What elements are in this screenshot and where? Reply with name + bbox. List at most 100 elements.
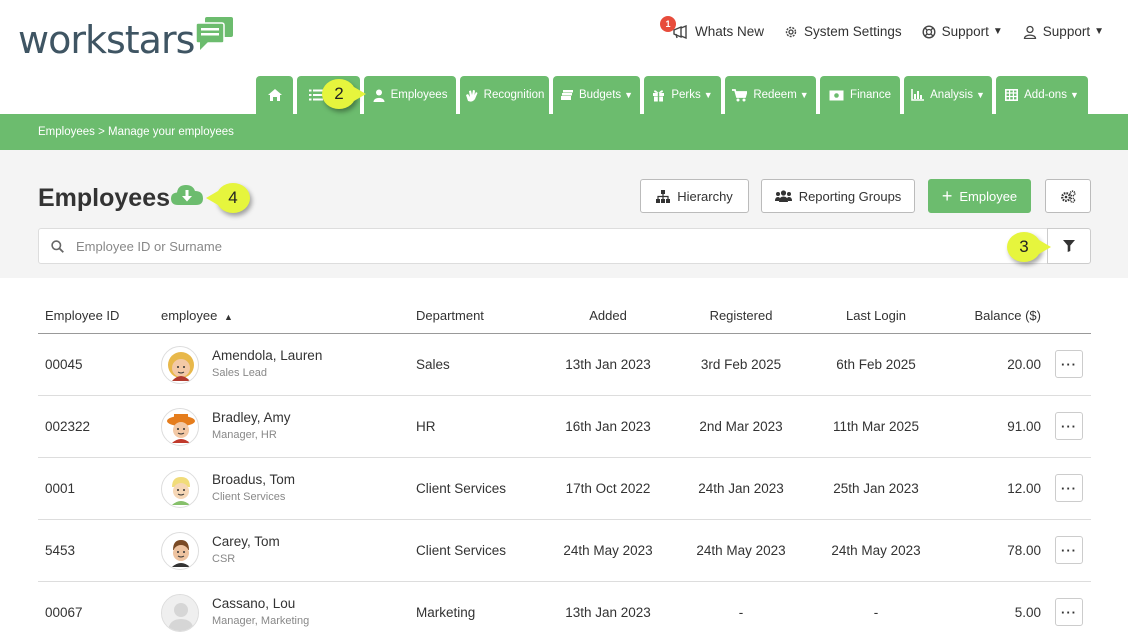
system-settings-link[interactable]: System Settings	[784, 24, 902, 39]
cell-employee-id: 002322	[45, 419, 91, 434]
ellipsis-icon: ···	[1061, 604, 1077, 620]
table-header: Employee ID employee ▲ Department Added …	[38, 300, 1091, 334]
row-actions-button[interactable]: ···	[1055, 474, 1083, 502]
tab-recognition-label: Recognition	[483, 89, 545, 101]
tab-analysis-label: Analysis	[930, 89, 973, 101]
header-registered[interactable]: Registered	[691, 308, 791, 323]
employee-name[interactable]: Carey, Tom	[212, 534, 280, 549]
cell-last-login: -	[873, 605, 879, 620]
employee-name[interactable]: Broadus, Tom	[212, 472, 295, 487]
table-row[interactable]: 00067 Cassano, Lou Manager, Marketing Ma…	[38, 582, 1091, 639]
sitemap-icon	[656, 189, 671, 203]
table-row[interactable]: 0001 Broadus, Tom Client Services Client…	[38, 458, 1091, 520]
table-row[interactable]: 002322 Bradley, Amy Manager, HR HR 16th …	[38, 396, 1091, 458]
tab-finance[interactable]: Finance	[820, 76, 900, 114]
cell-employee-id: 00045	[45, 357, 83, 372]
ellipsis-icon: ···	[1061, 542, 1077, 558]
plus-icon: +	[941, 186, 953, 206]
tab-redeem-label: Redeem	[753, 89, 797, 101]
cell-added: 17th Oct 2022	[565, 481, 651, 496]
top-navigation: 1 Whats New System Settings Support ▼ Su…	[660, 16, 1104, 39]
header-employee-id[interactable]: Employee ID	[45, 308, 119, 323]
chevron-down-icon: ▼	[992, 26, 1003, 37]
ellipsis-icon: ···	[1061, 480, 1077, 496]
chevron-down-icon: ▼	[975, 90, 985, 100]
row-actions-button[interactable]: ···	[1055, 536, 1083, 564]
cell-last-login: 11th Mar 2025	[832, 419, 920, 434]
hierarchy-button[interactable]: Hierarchy	[640, 179, 749, 213]
tab-budgets[interactable]: Budgets ▼	[553, 76, 640, 114]
search-icon	[51, 239, 64, 253]
employee-role: Sales Lead	[212, 367, 268, 379]
chevron-down-icon: ▼	[1069, 90, 1079, 100]
reporting-groups-label: Reporting Groups	[798, 188, 902, 204]
avatar	[161, 408, 199, 446]
whats-new-label: Whats New	[695, 24, 765, 39]
cell-department: Client Services	[416, 543, 507, 558]
cell-department: HR	[416, 419, 436, 434]
chevron-down-icon: ▼	[703, 90, 713, 100]
workstars-logo[interactable]: workstars	[18, 16, 234, 64]
employee-search	[38, 228, 1048, 264]
employee-role: CSR	[212, 553, 236, 565]
filter-button[interactable]	[1047, 228, 1091, 264]
users-icon	[774, 190, 792, 202]
cell-registered: 24th May 2023	[696, 543, 786, 558]
cell-balance: 78.00	[1007, 543, 1041, 558]
employee-name[interactable]: Bradley, Amy	[212, 410, 291, 425]
settings-button[interactable]	[1045, 179, 1091, 213]
support-user-dropdown[interactable]: Support ▼	[1023, 24, 1104, 39]
logo-text: workstars	[18, 18, 195, 62]
avatar	[161, 346, 199, 384]
reporting-groups-button[interactable]: Reporting Groups	[761, 179, 915, 213]
tab-addons[interactable]: Add-ons ▼	[996, 76, 1088, 114]
cell-registered: 3rd Feb 2025	[700, 357, 782, 372]
logo-bubble-icon	[195, 17, 234, 50]
callout-4: 4	[206, 183, 250, 213]
row-actions-button[interactable]: ···	[1055, 412, 1083, 440]
tab-redeem[interactable]: Redeem ▼	[725, 76, 816, 114]
cell-balance: 5.00	[1014, 605, 1041, 620]
tab-analysis[interactable]: Analysis ▼	[904, 76, 992, 114]
row-actions-button[interactable]: ···	[1055, 598, 1083, 626]
support-help-dropdown[interactable]: Support ▼	[922, 24, 1003, 39]
chevron-down-icon: ▼	[799, 90, 809, 100]
tab-recognition[interactable]: Recognition	[460, 76, 549, 114]
row-actions-button[interactable]: ···	[1055, 350, 1083, 378]
header-balance[interactable]: Balance ($)	[940, 308, 1041, 323]
money-stack-icon	[560, 90, 573, 100]
cell-department: Marketing	[416, 605, 476, 620]
header-department[interactable]: Department	[416, 308, 484, 323]
tab-home[interactable]	[256, 76, 293, 114]
gears-icon	[1061, 189, 1076, 203]
tab-perks[interactable]: Perks ▼	[644, 76, 721, 114]
list-icon	[309, 89, 323, 101]
whats-new-link[interactable]: 1 Whats New	[660, 16, 765, 39]
employee-role: Manager, HR	[212, 429, 277, 441]
employees-table: Employee ID employee ▲ Department Added …	[38, 300, 1091, 639]
support-user-label: Support	[1042, 24, 1091, 39]
header-added[interactable]: Added	[558, 308, 658, 323]
header-employee[interactable]: employee ▲	[161, 308, 233, 323]
chevron-down-icon: ▼	[624, 90, 634, 100]
employee-name[interactable]: Amendola, Lauren	[212, 348, 322, 363]
search-input[interactable]	[76, 238, 976, 254]
cell-last-login: 6th Feb 2025	[836, 357, 916, 372]
sort-asc-icon: ▲	[224, 312, 233, 322]
breadcrumb: Employees > Manage your employees	[38, 126, 234, 138]
cell-department: Client Services	[416, 481, 507, 496]
header-last-login[interactable]: Last Login	[826, 308, 926, 323]
add-employee-button[interactable]: + Employee	[928, 179, 1031, 213]
callout-pointer	[206, 191, 218, 205]
tab-employees-label: Employees	[390, 89, 448, 101]
tab-employees[interactable]: Employees	[364, 76, 456, 114]
cloud-download-icon[interactable]	[170, 183, 204, 212]
table-row[interactable]: 5453 Carey, Tom CSR Client Services 24th…	[38, 520, 1091, 582]
employee-name[interactable]: Cassano, Lou	[212, 596, 295, 611]
table-row[interactable]: 00045 Amendola, Lauren Sales Lead Sales …	[38, 334, 1091, 396]
cell-last-login: 25th Jan 2023	[833, 481, 919, 496]
tab-addons-label: Add-ons	[1024, 89, 1067, 101]
system-settings-label: System Settings	[804, 24, 902, 39]
cell-registered: 24th Jan 2023	[698, 481, 784, 496]
lifebuoy-icon	[922, 24, 936, 39]
